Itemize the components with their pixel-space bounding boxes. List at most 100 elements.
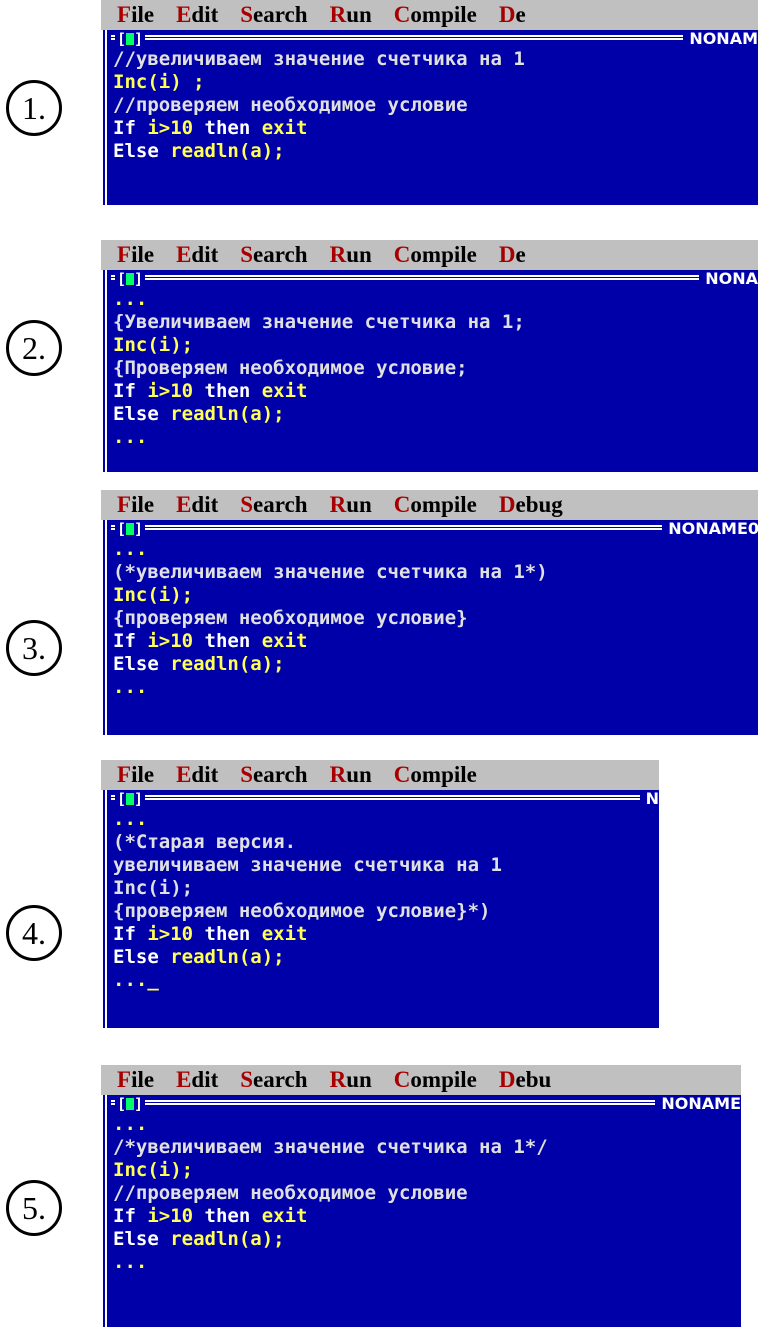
code-token: then: [193, 630, 262, 652]
code-line: If i>10 then exit: [113, 923, 659, 946]
menu-item-debug[interactable]: Debug: [499, 490, 563, 520]
menu-item-run[interactable]: Run: [330, 0, 372, 30]
code-line: ...: [113, 288, 758, 311]
title-bar-double-line: [111, 1100, 741, 1105]
option-4: 4. File Edit Search Run Compile[] N... (*Старая…: [0, 760, 758, 1028]
code-line: /*увеличиваем значение счетчика на 1*/: [113, 1136, 741, 1159]
code-token: ...: [113, 288, 148, 310]
menu-item-search[interactable]: Search: [240, 760, 307, 790]
menu-item-run[interactable]: Run: [330, 760, 372, 790]
menu-item-run[interactable]: Run: [330, 1065, 372, 1095]
option-5: 5. File Edit Search Run Compile Debu [] NONAME..…: [0, 1065, 758, 1327]
code-line: Inc(i) ;: [113, 71, 758, 94]
editor-window: [] NONA... {Увеличиваем значение счетчика …: [101, 270, 758, 472]
code-token: If: [113, 380, 148, 402]
code-token: //проверяем необходимое условие: [113, 1182, 468, 1204]
menu-item-debug[interactable]: De: [499, 0, 526, 30]
menu-item-run[interactable]: Run: [330, 490, 372, 520]
code-token: i>10: [147, 923, 194, 945]
code-token: If: [113, 630, 148, 652]
code-line: (*Старая версия.: [113, 831, 659, 854]
code-line: увеличиваем значение счетчика на 1: [113, 854, 659, 877]
code-token: {Проверяем необходимое условие;: [113, 357, 468, 379]
option-3: 3. File Edit Search Run Compile Debug [] NONAME0…: [0, 490, 758, 735]
close-box-icon[interactable]: []: [115, 270, 146, 288]
code-token: /*увеличиваем значение счетчика на 1*/: [113, 1136, 548, 1158]
code-line: {проверяем необходимое условие}: [113, 607, 758, 630]
menu-item-search[interactable]: Search: [240, 0, 307, 30]
code-line: {Проверяем необходимое условие;: [113, 357, 758, 380]
menu-item-compile[interactable]: Compile: [394, 1065, 477, 1095]
code-editor[interactable]: ... (*увеличиваем значение счетчика на 1*…: [107, 538, 758, 699]
code-line: ...: [113, 1113, 741, 1136]
window-title-bar: [] NONAME0: [107, 520, 758, 538]
file-name: NONAM: [683, 30, 758, 48]
ide-screenshot: File Edit Search Run Compile Debu[] NONAME... /…: [101, 1065, 741, 1327]
code-line: {Увеличиваем значение счетчика на 1;: [113, 311, 758, 334]
code-token: ...: [113, 426, 148, 448]
code-token: readln(a);: [170, 653, 285, 675]
menu-item-edit[interactable]: Edit: [176, 0, 218, 30]
menu-item-edit[interactable]: Edit: [176, 760, 218, 790]
code-token: Else: [113, 653, 171, 675]
menu-item-file[interactable]: File: [117, 760, 154, 790]
text-cursor: _: [147, 969, 159, 991]
code-token: i>10: [147, 380, 194, 402]
close-box-icon[interactable]: []: [115, 520, 146, 538]
code-line: (*увеличиваем значение счетчика на 1*): [113, 561, 758, 584]
menu-item-file[interactable]: File: [117, 240, 154, 270]
menu-item-search[interactable]: Search: [240, 1065, 307, 1095]
code-line: ...: [113, 808, 659, 831]
menu-item-debug[interactable]: De: [499, 240, 526, 270]
close-box-icon[interactable]: []: [115, 790, 146, 808]
menu-item-edit[interactable]: Edit: [176, 490, 218, 520]
menu-item-file[interactable]: File: [117, 1065, 154, 1095]
menu-item-run[interactable]: Run: [330, 240, 372, 270]
menu-item-search[interactable]: Search: [240, 240, 307, 270]
menu-item-edit[interactable]: Edit: [176, 240, 218, 270]
menu-item-debug[interactable]: Debu: [499, 1065, 551, 1095]
editor-window: [] N... (*Старая версия. увеличиваем значен…: [101, 790, 659, 1028]
code-token: readln(a);: [170, 403, 285, 425]
title-bar-double-line: [111, 35, 758, 40]
option-2: 2. File Edit Search Run Compile De[] NONA... {Ув…: [0, 240, 758, 472]
code-editor[interactable]: .../*увеличиваем значение счетчика на 1*…: [107, 1113, 741, 1274]
code-token: then: [193, 380, 262, 402]
code-line: ..._: [113, 969, 659, 992]
code-editor[interactable]: ... (*Старая версия. увеличиваем значение …: [107, 808, 659, 992]
code-line: ...: [113, 1251, 741, 1274]
menu-item-file[interactable]: File: [117, 0, 154, 30]
option-1: 1. File Edit Search Run Compile De [] NONAM//уве…: [0, 0, 758, 205]
option-number-badge: 1.: [6, 80, 62, 136]
code-token: readln(a);: [170, 946, 285, 968]
code-token: i>10: [147, 630, 194, 652]
code-token: ...: [113, 676, 148, 698]
code-line: {проверяем необходимое условие}*): [113, 900, 659, 923]
code-token: Else: [113, 1228, 171, 1250]
menu-item-compile[interactable]: Compile: [394, 0, 477, 30]
code-line: If i>10 then exit: [113, 380, 758, 403]
ide-screenshot: File Edit Search Run Compile Debug [] NONAME0..…: [101, 490, 758, 735]
code-editor[interactable]: ... {Увеличиваем значение счетчика на 1; I…: [107, 288, 758, 449]
code-token: then: [193, 923, 262, 945]
code-editor[interactable]: //увеличиваем значение счетчика на 1 Inc(…: [107, 48, 758, 163]
menu-item-edit[interactable]: Edit: [176, 1065, 218, 1095]
code-token: Else: [113, 946, 171, 968]
menu-item-file[interactable]: File: [117, 490, 154, 520]
menu-item-compile[interactable]: Compile: [394, 760, 477, 790]
code-token: Inc(i);: [113, 877, 194, 899]
close-box-icon[interactable]: []: [115, 30, 146, 48]
file-name: NONAME: [655, 1095, 741, 1113]
code-line: Else readln(a);: [113, 403, 758, 426]
menu-bar: File Edit Search Run Compile: [101, 760, 659, 790]
code-token: (*увеличиваем значение счетчика на 1*): [113, 561, 548, 583]
menu-item-compile[interactable]: Compile: [394, 240, 477, 270]
menu-item-compile[interactable]: Compile: [394, 490, 477, 520]
code-line: Else readln(a);: [113, 1228, 741, 1251]
code-token: readln(a);: [170, 140, 285, 162]
close-box-icon[interactable]: []: [115, 1095, 146, 1113]
code-line: Inc(i);: [113, 584, 758, 607]
code-token: Inc(i);: [113, 334, 194, 356]
code-token: If: [113, 117, 148, 139]
menu-item-search[interactable]: Search: [240, 490, 307, 520]
